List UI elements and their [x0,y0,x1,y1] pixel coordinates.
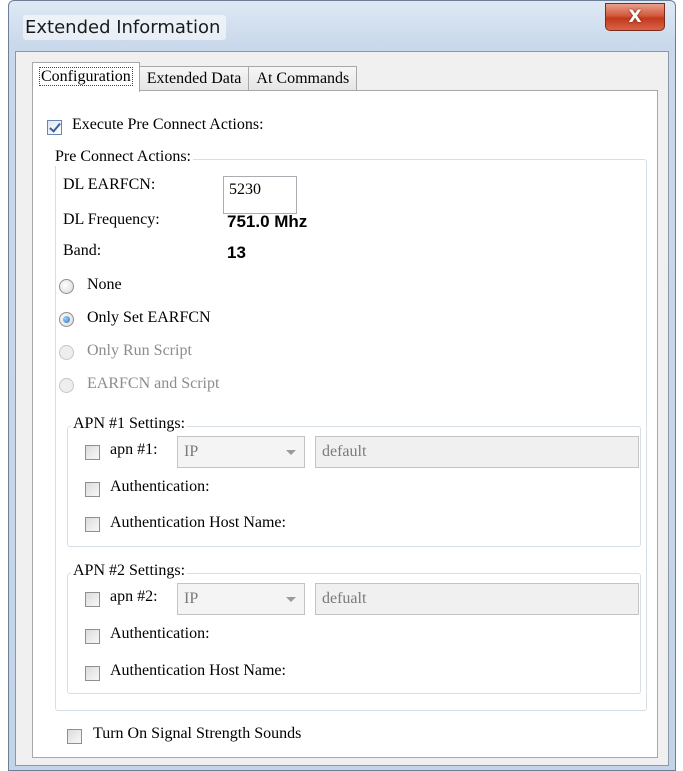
apn2-type-value: IP [184,590,199,607]
apn2-settings-title: APN #2 Settings: [71,562,188,580]
band-label: Band: [63,242,102,259]
chevron-down-icon [286,597,296,602]
apn1-host-name-label: Authentication Host Name: [110,514,286,531]
close-icon: X [628,7,642,27]
radio-only-run-script[interactable] [59,345,74,360]
execute-pre-connect-label: Execute Pre Connect Actions: [72,116,264,133]
apn1-host-name-checkbox[interactable] [85,517,100,532]
chevron-down-icon [286,450,296,455]
apn1-name-value: default [322,443,367,460]
dl-earfcn-label: DL EARFCN: [63,176,156,193]
radio-only-set-earfcn-label: Only Set EARFCN [87,309,211,326]
dl-earfcn-input[interactable]: 5230 [223,176,297,214]
radio-only-set-earfcn[interactable] [59,312,74,327]
apn1-authentication-checkbox[interactable] [85,482,100,497]
radio-none[interactable] [59,279,74,294]
dl-frequency-label: DL Frequency: [63,211,160,228]
tab-extended-data[interactable]: Extended Data [138,66,250,92]
signal-strength-sounds-label: Turn On Signal Strength Sounds [93,725,302,742]
apn2-authentication-checkbox[interactable] [85,629,100,644]
configuration-panel: Execute Pre Connect Actions: Pre Connect… [32,90,658,758]
close-button[interactable]: X [605,3,665,31]
apn1-name-input[interactable]: default [315,436,639,468]
tab-at-commands[interactable]: At Commands [248,66,358,92]
tab-at-commands-label: At Commands [256,70,350,87]
tab-extended-data-label: Extended Data [146,70,242,87]
apn2-authentication-label: Authentication: [110,625,210,642]
radio-earfcn-and-script[interactable] [59,378,74,393]
tab-strip: Configuration Extended Data At Commands [32,62,358,92]
apn1-type-dropdown[interactable]: IP [177,436,305,468]
signal-strength-sounds-checkbox[interactable] [67,729,82,744]
apn2-type-dropdown[interactable]: IP [177,583,305,615]
apn2-name-value: defualt [322,590,367,607]
band-value: 13 [227,243,246,262]
extended-information-window: Extended Information X Configuration Ext… [8,0,676,771]
tab-configuration-label: Configuration [39,67,133,86]
apn1-checkbox[interactable] [85,445,100,460]
dl-earfcn-value: 5230 [229,181,261,198]
pre-connect-actions-title: Pre Connect Actions: [53,148,193,166]
radio-only-run-script-label: Only Run Script [87,342,192,359]
apn2-name-input[interactable]: defualt [315,583,639,615]
apn1-settings-title: APN #1 Settings: [71,415,188,433]
apn1-authentication-label: Authentication: [110,478,210,495]
radio-earfcn-and-script-label: EARFCN and Script [87,375,220,392]
title-bar[interactable]: Extended Information X [9,1,675,51]
apn2-checkbox[interactable] [85,592,100,607]
apn1-type-value: IP [184,443,199,460]
apn2-label: apn #2: [110,588,158,605]
tab-configuration[interactable]: Configuration [32,62,140,92]
execute-pre-connect-checkbox[interactable] [47,120,62,135]
radio-none-label: None [87,276,122,293]
apn2-host-name-label: Authentication Host Name: [110,662,286,679]
apn1-label: apn #1: [110,441,158,458]
dialog-client-area: Configuration Extended Data At Commands … [15,51,669,766]
apn2-host-name-checkbox[interactable] [85,666,100,681]
dl-frequency-value: 751.0 Mhz [227,212,308,231]
window-title: Extended Information [23,15,227,40]
